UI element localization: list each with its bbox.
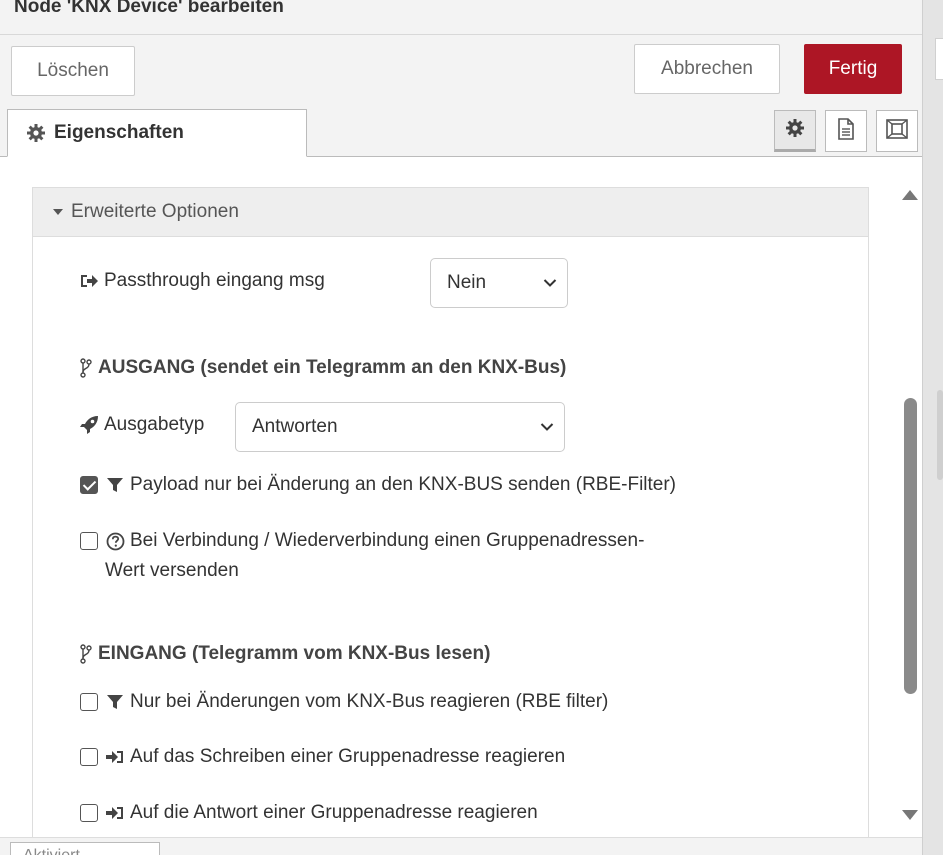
edge-strip	[935, 38, 943, 80]
passthrough-value: Nein	[447, 272, 487, 293]
scroll-up-arrow[interactable]	[902, 190, 918, 200]
caret-down-icon	[53, 209, 63, 215]
sign-in-icon	[105, 803, 125, 823]
input-response-label: Auf die Antwort einer Gruppenadresse rea…	[130, 802, 538, 823]
tab-settings[interactable]	[774, 110, 816, 152]
tab-properties[interactable]: Eigenschaften	[7, 109, 307, 157]
output-rbe-checkbox[interactable]	[80, 476, 98, 494]
filter-icon	[105, 475, 125, 495]
enabled-toggle-tab[interactable]: Aktiviert	[10, 842, 160, 855]
sign-in-icon	[105, 747, 125, 767]
sign-out-icon	[79, 271, 99, 291]
scroll-down-arrow[interactable]	[902, 810, 918, 820]
output-section-title: AUSGANG (sendet ein Telegramm an den KNX…	[79, 357, 566, 379]
enabled-label: Aktiviert	[23, 847, 80, 855]
header-divider	[0, 34, 922, 35]
input-section-title: EINGANG (Telegramm vom KNX-Bus lesen)	[79, 643, 490, 665]
edit-tray: Node 'KNX Device' bearbeiten Löschen Abb…	[0, 0, 922, 855]
document-icon	[836, 117, 856, 145]
delete-button[interactable]: Löschen	[11, 46, 135, 96]
output-type-value: Antworten	[252, 416, 338, 437]
input-rbe-row: Nur bei Änderungen vom KNX-Bus reagieren…	[80, 691, 608, 713]
chevron-down-icon	[540, 416, 554, 438]
tab-appearance[interactable]	[876, 110, 918, 152]
tab-description[interactable]	[825, 110, 867, 152]
input-write-row: Auf das Schreiben einer Gruppenadresse r…	[80, 746, 565, 768]
edge-scroll	[937, 390, 943, 480]
filter-icon	[105, 692, 125, 712]
reconnect-label-line2: Wert versenden	[105, 560, 239, 581]
chevron-down-icon	[543, 272, 557, 294]
cancel-button[interactable]: Abbrechen	[634, 44, 780, 94]
code-fork-icon	[79, 358, 93, 378]
code-fork-icon	[79, 644, 93, 664]
output-rbe-label: Payload nur bei Änderung an den KNX-BUS …	[130, 474, 677, 495]
input-section-label: EINGANG (Telegramm vom KNX-Bus lesen)	[98, 643, 491, 664]
advanced-options-label: Erweiterte Optionen	[71, 201, 239, 222]
tab-properties-label: Eigenschaften	[54, 122, 184, 143]
input-write-label: Auf das Schreiben einer Gruppenadresse r…	[130, 746, 566, 767]
output-type-row: Ausgabetyp	[79, 414, 204, 436]
scrollbar-thumb[interactable]	[904, 398, 917, 694]
output-type-select[interactable]: Antworten	[235, 402, 565, 452]
done-button[interactable]: Fertig	[804, 44, 902, 94]
right-edge	[922, 0, 943, 855]
rocket-icon	[79, 415, 99, 435]
question-circle-icon	[105, 531, 125, 551]
output-section-label: AUSGANG (sendet ein Telegramm an den KNX…	[98, 357, 567, 378]
input-response-row: Auf die Antwort einer Gruppenadresse rea…	[80, 802, 538, 824]
reconnect-checkbox[interactable]	[80, 532, 98, 550]
gear-icon	[26, 123, 46, 143]
input-response-checkbox[interactable]	[80, 804, 98, 822]
passthrough-label: Passthrough eingang msg	[104, 270, 325, 291]
tray-title: Node 'KNX Device' bearbeiten	[14, 0, 284, 17]
reconnect-label-line1: Bei Verbindung / Wiederverbindung einen …	[130, 530, 645, 551]
input-rbe-checkbox[interactable]	[80, 693, 98, 711]
passthrough-row: Passthrough eingang msg	[79, 270, 325, 292]
output-type-label: Ausgabetyp	[104, 414, 205, 435]
frame-icon	[885, 118, 909, 145]
gear-icon	[785, 118, 805, 143]
input-write-checkbox[interactable]	[80, 748, 98, 766]
passthrough-select[interactable]: Nein	[430, 258, 568, 308]
reconnect-row-line2: Wert versenden	[105, 560, 239, 582]
advanced-options-toggle[interactable]: Erweiterte Optionen	[33, 188, 868, 237]
output-rbe-row: Payload nur bei Änderung an den KNX-BUS …	[80, 474, 676, 496]
input-rbe-label: Nur bei Änderungen vom KNX-Bus reagieren…	[130, 691, 609, 712]
reconnect-row: Bei Verbindung / Wiederverbindung einen …	[80, 530, 644, 552]
